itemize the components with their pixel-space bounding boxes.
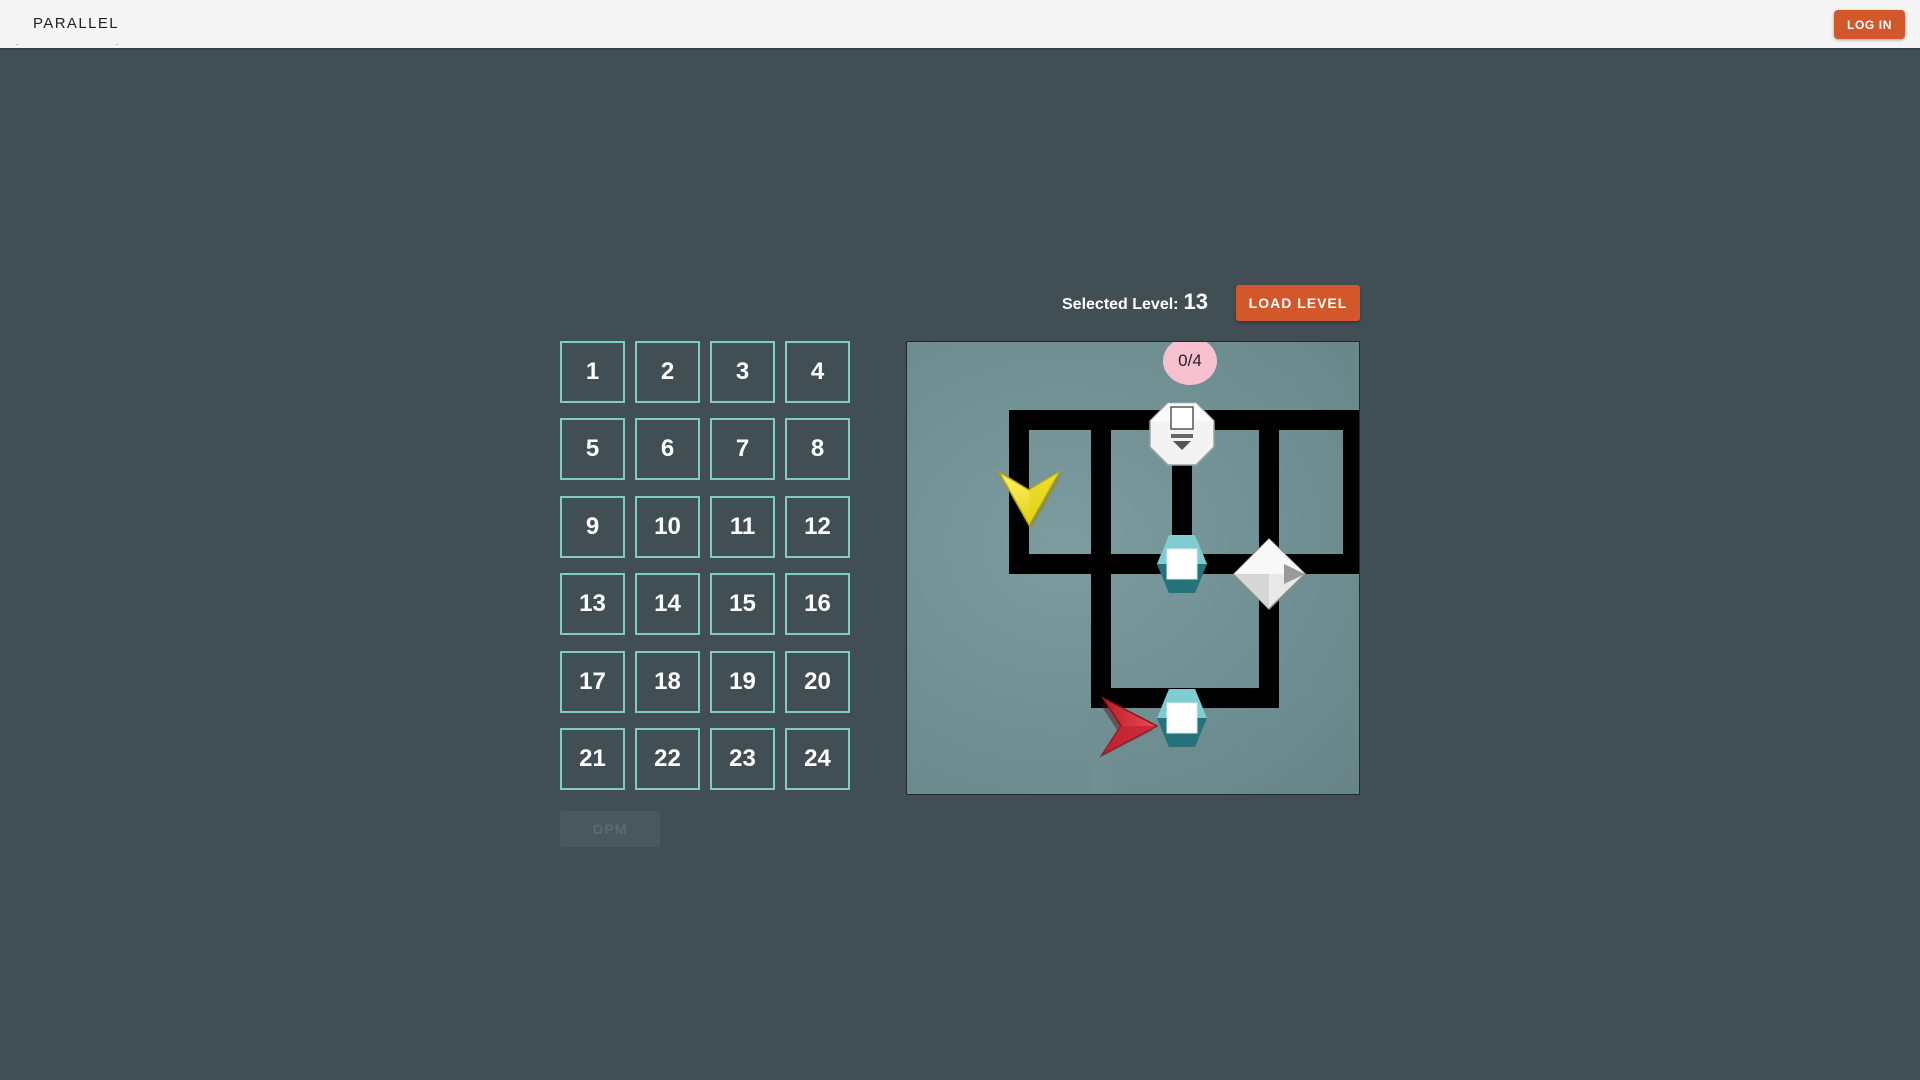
selected-level-label: Selected Level: <box>1062 296 1179 313</box>
level-button-13[interactable]: 13 <box>560 573 625 636</box>
track-layer <box>996 402 1359 794</box>
level-button-19[interactable]: 19 <box>710 650 775 713</box>
level-button-24[interactable]: 24 <box>785 727 850 790</box>
level-button-23[interactable]: 23 <box>710 727 775 790</box>
level-button-18[interactable]: 18 <box>635 650 700 713</box>
selected-level-display: Selected Level: 13 <box>1062 289 1208 315</box>
level-button-5[interactable]: 5 <box>560 418 625 481</box>
level-button-20[interactable]: 20 <box>785 650 850 713</box>
level-button-2[interactable]: 2 <box>635 341 700 403</box>
load-level-button[interactable]: LOAD LEVEL <box>1236 285 1360 321</box>
level-button-12[interactable]: 12 <box>785 495 850 558</box>
level-button-10[interactable]: 10 <box>635 495 700 558</box>
login-button[interactable]: LOG IN <box>1834 10 1905 39</box>
level-button-4[interactable]: 4 <box>785 341 850 403</box>
game-board[interactable]: 0/4 <box>906 341 1360 795</box>
app-title: PARALLEL <box>33 15 119 32</box>
level-button-17[interactable]: 17 <box>560 650 625 713</box>
level-button-14[interactable]: 14 <box>635 573 700 636</box>
level-button-3[interactable]: 3 <box>710 341 775 403</box>
opm-button[interactable]: OPM <box>560 811 660 847</box>
title-underline <box>16 44 126 45</box>
top-app-bar: PARALLEL LOG IN <box>0 0 1920 48</box>
level-button-7[interactable]: 7 <box>710 418 775 481</box>
level-button-11[interactable]: 11 <box>710 495 775 558</box>
level-button-16[interactable]: 16 <box>785 573 850 636</box>
level-grid: 1 2 3 4 5 6 7 8 9 10 11 12 13 14 15 16 17 18 19 20 21 22 23 24 <box>560 341 850 790</box>
level-button-6[interactable]: 6 <box>635 418 700 481</box>
selected-level-value: 13 <box>1183 289 1208 314</box>
level-button-15[interactable]: 15 <box>710 573 775 636</box>
level-button-8[interactable]: 8 <box>785 418 850 481</box>
level-button-22[interactable]: 22 <box>635 727 700 790</box>
switch-diamond-icon[interactable] <box>1232 537 1307 611</box>
level-button-1[interactable]: 1 <box>560 341 625 403</box>
yellow-arrow-icon[interactable] <box>996 469 1062 528</box>
delivery-point-icon[interactable] <box>1149 402 1215 466</box>
level-button-9[interactable]: 9 <box>560 495 625 558</box>
level-button-21[interactable]: 21 <box>560 727 625 790</box>
package-pickup-icon-1[interactable] <box>1157 535 1207 593</box>
